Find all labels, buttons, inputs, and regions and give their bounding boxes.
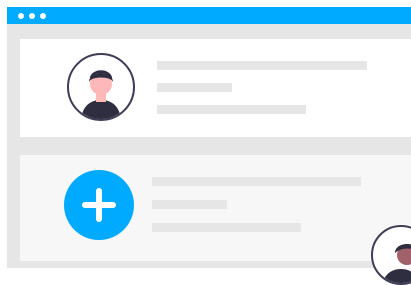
window-dot-icon[interactable] bbox=[40, 13, 46, 19]
placeholder-line bbox=[157, 83, 232, 92]
add-button[interactable] bbox=[64, 170, 134, 240]
user-avatar-icon bbox=[67, 53, 135, 121]
plus-icon bbox=[82, 188, 116, 222]
placeholder-line bbox=[157, 61, 367, 70]
add-card[interactable] bbox=[20, 155, 411, 261]
placeholder-line bbox=[152, 200, 227, 209]
placeholder-line bbox=[152, 223, 301, 232]
window-titlebar bbox=[7, 7, 411, 24]
window-dot-icon[interactable] bbox=[29, 13, 35, 19]
app-window bbox=[7, 7, 411, 268]
placeholder-line bbox=[157, 105, 306, 114]
window-dot-icon[interactable] bbox=[18, 13, 24, 19]
user-card[interactable] bbox=[20, 39, 411, 137]
placeholder-line bbox=[152, 177, 361, 186]
